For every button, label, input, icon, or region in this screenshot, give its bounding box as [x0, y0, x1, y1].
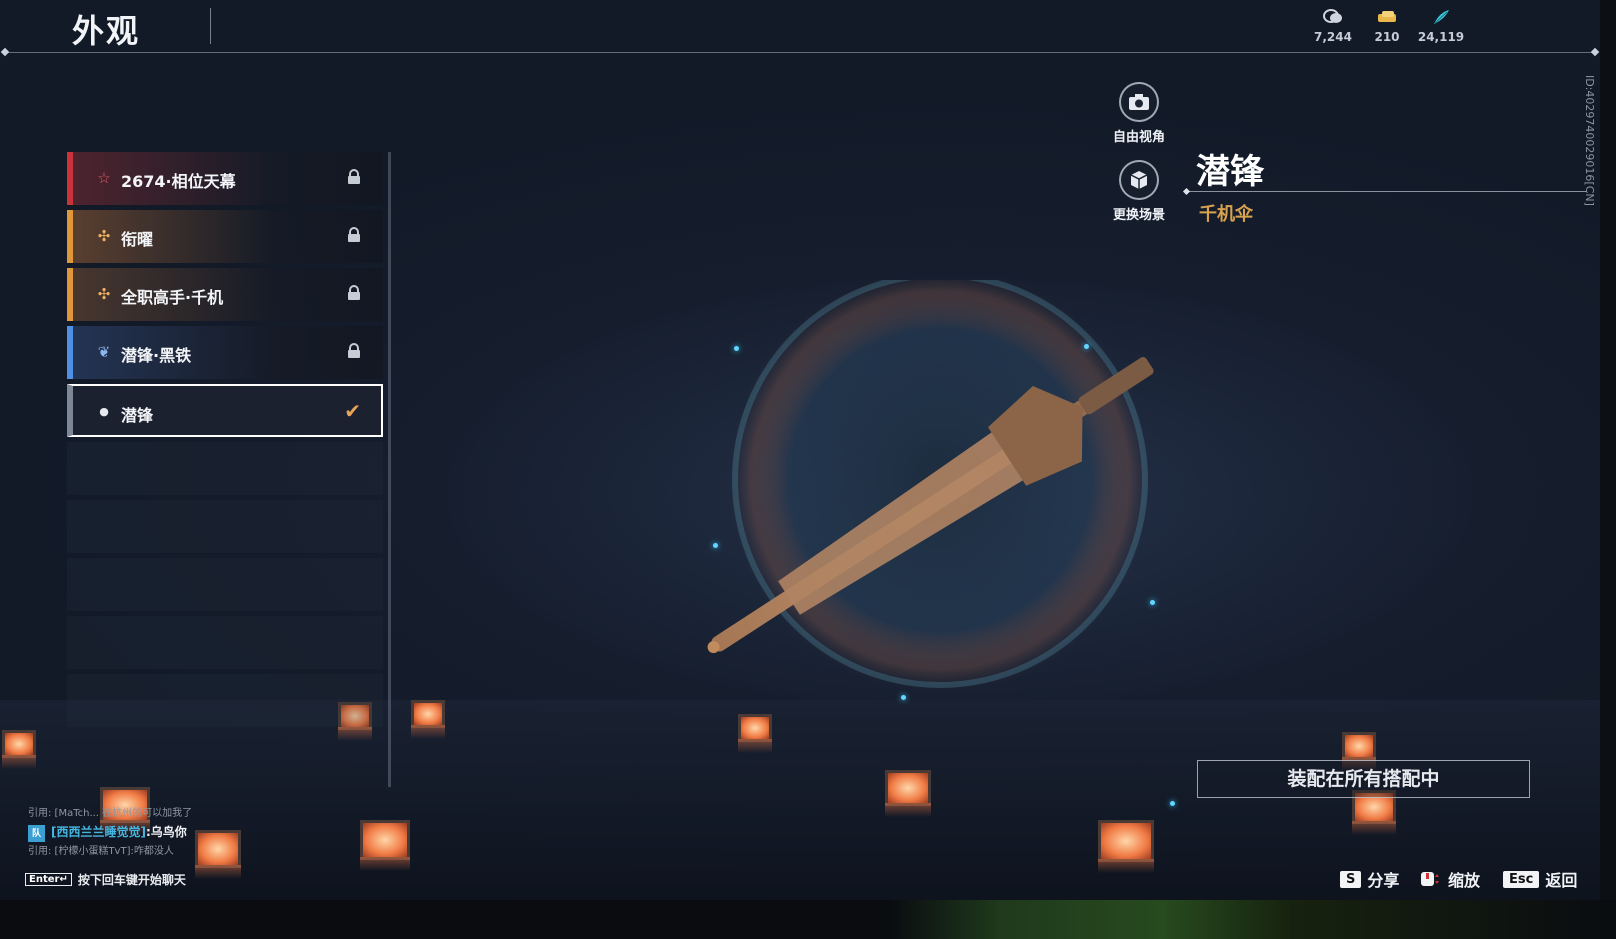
sparkle-icon: ✣ — [97, 285, 111, 303]
share-label: 分享 — [1367, 871, 1400, 890]
mouse-icon — [1420, 871, 1442, 887]
top-bar: 外观 7,244 210 24,119 — [0, 0, 1600, 57]
skin-slot-empty — [67, 674, 383, 727]
lock-icon — [348, 169, 360, 184]
share-key: S — [1340, 870, 1362, 888]
equip-all-button[interactable]: 装配在所有搭配中 — [1197, 760, 1530, 798]
skin-item-label: 2674·相位天幕 — [121, 172, 236, 191]
right-edge — [1600, 0, 1616, 900]
zoom-hotkey[interactable]: 缩放 — [1420, 868, 1480, 890]
title-divider — [210, 8, 211, 44]
item-type: 千机伞 — [1199, 204, 1253, 225]
chat-line: 队 [西西兰兰睡觉觉]:乌鸟你 — [28, 823, 258, 842]
bottom-strip — [0, 900, 1616, 939]
esc-key: Esc — [1503, 870, 1540, 888]
skin-item-xianyao[interactable]: ✣ 衔曜 — [67, 210, 383, 263]
change-scene-label: 更换场景 — [1112, 208, 1165, 223]
skin-item-qianfeng[interactable]: ● 潜锋 ✔ — [67, 384, 383, 437]
enter-key: Enter↵ — [25, 873, 72, 886]
currency-feathers: 24,119 — [1406, 8, 1476, 44]
lantern — [885, 770, 931, 817]
back-label: 返回 — [1545, 871, 1578, 890]
skin-item-phase-sky[interactable]: ☆ 2674·相位天幕 — [67, 152, 383, 205]
wings-icon: ❦ — [97, 343, 111, 361]
skin-slot-empty — [67, 500, 383, 553]
spark — [1084, 344, 1089, 349]
lock-icon — [348, 343, 360, 358]
skin-item-black-iron[interactable]: ❦ 潜锋·黑铁 — [67, 326, 383, 379]
item-name: 潜锋 — [1196, 152, 1264, 192]
chat-message: :乌鸟你 — [146, 825, 187, 839]
chat-sender: [西西兰兰睡觉觉] — [51, 825, 146, 839]
feather-icon — [1430, 8, 1452, 26]
spark — [713, 543, 718, 548]
lantern — [360, 820, 410, 871]
list-scrollbar[interactable] — [388, 152, 391, 787]
sparkle-icon: ✣ — [97, 227, 111, 245]
lantern — [738, 714, 772, 753]
skin-item-qianji[interactable]: ✣ 全职高手·千机 — [67, 268, 383, 321]
chat-enter-hint[interactable]: Enter↵ 按下回车键开始聊天 — [25, 871, 186, 888]
zoom-label: 缩放 — [1448, 871, 1481, 890]
lantern — [2, 730, 36, 769]
camera-icon — [1119, 82, 1159, 122]
cube-icon — [1119, 160, 1159, 200]
chat-line: 引用: [MaTch... 在杭州的可以加我了 — [28, 808, 193, 819]
chat-panel[interactable]: 引用: [MaTch... 在杭州的可以加我了 队 [西西兰兰睡觉觉]:乌鸟你 引… — [28, 804, 258, 861]
team-badge: 队 — [28, 825, 46, 842]
skin-slot-empty — [67, 616, 383, 669]
coin-stack-icon — [1322, 8, 1344, 26]
skin-slot-empty — [67, 558, 383, 611]
free-camera-button[interactable]: 自由视角 — [1099, 82, 1179, 145]
enter-hint-label: 按下回车键开始聊天 — [77, 873, 186, 887]
umbrella-preview[interactable] — [640, 280, 1240, 720]
lock-icon — [348, 285, 360, 300]
lock-icon — [348, 227, 360, 242]
drop-icon: ● — [99, 405, 109, 418]
spark — [734, 346, 739, 351]
spark — [1150, 600, 1155, 605]
star-icon: ☆ — [97, 169, 111, 187]
skin-list: ☆ 2674·相位天幕 ✣ 衔曜 ✣ 全职高手·千机 ❦ 潜锋·黑铁 ● 潜锋 … — [67, 152, 383, 732]
page-title: 外观 — [72, 12, 141, 50]
header-rule — [6, 52, 1594, 53]
free-camera-label: 自由视角 — [1112, 130, 1165, 145]
lantern — [1098, 820, 1154, 873]
spark — [1170, 801, 1175, 806]
skin-item-label: 衔曜 — [121, 230, 154, 249]
skin-item-label: 潜锋·黑铁 — [121, 346, 192, 365]
back-hotkey[interactable]: Esc 返回 — [1503, 868, 1577, 890]
skin-item-label: 全职高手·千机 — [121, 288, 224, 307]
ticket-icon — [1376, 8, 1398, 26]
chat-line: 引用: [柠檬小蛋糕TvT]:咋都没人 — [28, 846, 174, 857]
change-scene-button[interactable]: 更换场景 — [1099, 160, 1179, 223]
spark — [901, 695, 906, 700]
name-rule — [1187, 191, 1587, 192]
lantern — [1342, 732, 1376, 771]
lantern — [411, 700, 445, 739]
player-id: ID:4029740029016[CN] — [1583, 75, 1596, 206]
skin-item-label: 潜锋 — [121, 406, 154, 425]
skin-slot-empty — [67, 442, 383, 495]
check-icon: ✔ — [344, 399, 361, 423]
share-hotkey[interactable]: S 分享 — [1340, 868, 1399, 890]
currency-feathers-value: 24,119 — [1417, 30, 1465, 44]
